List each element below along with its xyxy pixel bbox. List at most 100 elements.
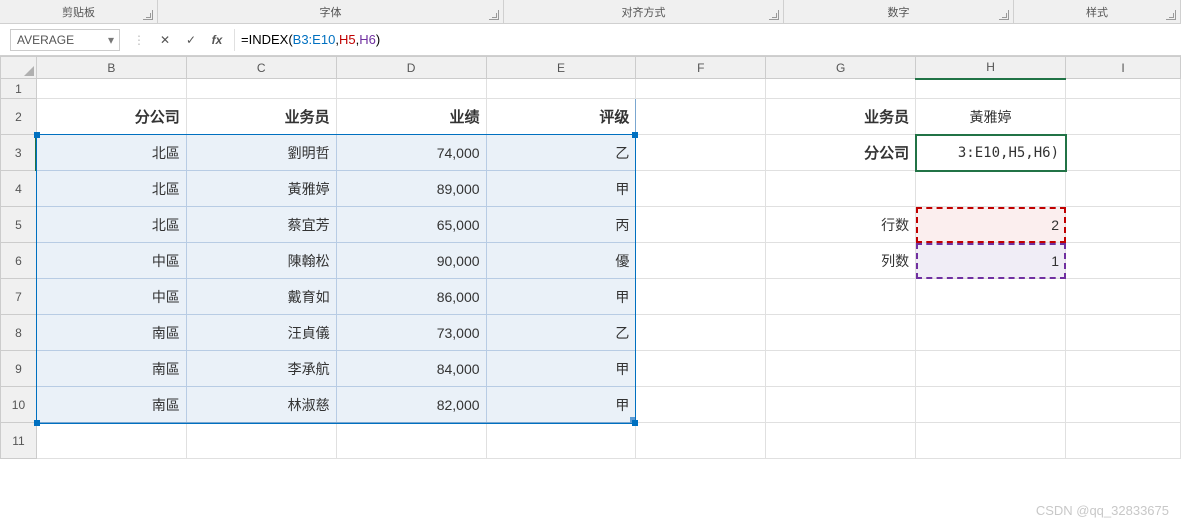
cell-G8[interactable] <box>766 315 916 351</box>
dialog-launcher-icon[interactable] <box>143 10 153 20</box>
row-header-1[interactable]: 1 <box>1 79 37 99</box>
cell-H2[interactable]: 黃雅婷 <box>916 99 1066 135</box>
cell-D6[interactable]: 90,000 <box>336 243 486 279</box>
cell-B6[interactable]: 中區 <box>36 243 186 279</box>
cell-B10[interactable]: 南區 <box>36 387 186 423</box>
cell-H9[interactable] <box>916 351 1066 387</box>
dialog-launcher-icon[interactable] <box>1166 10 1176 20</box>
cell-F6[interactable] <box>636 243 766 279</box>
cell-C11[interactable] <box>186 423 336 459</box>
cell-F5[interactable] <box>636 207 766 243</box>
cell-E8[interactable]: 乙 <box>486 315 636 351</box>
dialog-launcher-icon[interactable] <box>489 10 499 20</box>
cancel-button[interactable]: ✕ <box>152 29 178 51</box>
col-header-C[interactable]: C <box>186 57 336 79</box>
cell-F11[interactable] <box>636 423 766 459</box>
dialog-launcher-icon[interactable] <box>999 10 1009 20</box>
cell-D7[interactable]: 86,000 <box>336 279 486 315</box>
cell-I4[interactable] <box>1066 171 1181 207</box>
col-header-E[interactable]: E <box>486 57 636 79</box>
cell-G2[interactable]: 业务员 <box>766 99 916 135</box>
cell-I5[interactable] <box>1066 207 1181 243</box>
cell-F2[interactable] <box>636 99 766 135</box>
row-header-10[interactable]: 10 <box>1 387 37 423</box>
cell-G1[interactable] <box>766 79 916 99</box>
cell-I8[interactable] <box>1066 315 1181 351</box>
cell-I10[interactable] <box>1066 387 1181 423</box>
cell-I6[interactable] <box>1066 243 1181 279</box>
row-header-9[interactable]: 9 <box>1 351 37 387</box>
cell-D10[interactable]: 82,000 <box>336 387 486 423</box>
cell-F10[interactable] <box>636 387 766 423</box>
cell-D11[interactable] <box>336 423 486 459</box>
row-header-2[interactable]: 2 <box>1 99 37 135</box>
dialog-launcher-icon[interactable] <box>769 10 779 20</box>
cell-G4[interactable] <box>766 171 916 207</box>
cell-D8[interactable]: 73,000 <box>336 315 486 351</box>
cell-I7[interactable] <box>1066 279 1181 315</box>
cell-C5[interactable]: 蔡宜芳 <box>186 207 336 243</box>
cell-G5[interactable]: 行数 <box>766 207 916 243</box>
cell-E7[interactable]: 甲 <box>486 279 636 315</box>
cell-H1[interactable] <box>916 79 1066 99</box>
cell-G10[interactable] <box>766 387 916 423</box>
cell-G11[interactable] <box>766 423 916 459</box>
cell-G6[interactable]: 列数 <box>766 243 916 279</box>
cell-C10[interactable]: 林淑慈 <box>186 387 336 423</box>
cell-I2[interactable] <box>1066 99 1181 135</box>
cell-F7[interactable] <box>636 279 766 315</box>
col-header-F[interactable]: F <box>636 57 766 79</box>
cell-H8[interactable] <box>916 315 1066 351</box>
cell-B11[interactable] <box>36 423 186 459</box>
col-header-I[interactable]: I <box>1066 57 1181 79</box>
cell-B2[interactable]: 分公司 <box>36 99 186 135</box>
cell-D4[interactable]: 89,000 <box>336 171 486 207</box>
cell-B1[interactable] <box>36 79 186 99</box>
select-all-button[interactable] <box>1 57 37 79</box>
cell-B9[interactable]: 南區 <box>36 351 186 387</box>
cell-H10[interactable] <box>916 387 1066 423</box>
cell-C7[interactable]: 戴育如 <box>186 279 336 315</box>
cell-I9[interactable] <box>1066 351 1181 387</box>
cell-H4[interactable] <box>916 171 1066 207</box>
cell-H11[interactable] <box>916 423 1066 459</box>
cell-E3[interactable]: 乙 <box>486 135 636 171</box>
cell-D3[interactable]: 74,000 <box>336 135 486 171</box>
cell-F3[interactable] <box>636 135 766 171</box>
cell-E6[interactable]: 優 <box>486 243 636 279</box>
cell-E9[interactable]: 甲 <box>486 351 636 387</box>
cell-G9[interactable] <box>766 351 916 387</box>
col-header-B[interactable]: B <box>36 57 186 79</box>
cell-D9[interactable]: 84,000 <box>336 351 486 387</box>
cell-C2[interactable]: 业务员 <box>186 99 336 135</box>
cell-E1[interactable] <box>486 79 636 99</box>
row-header-11[interactable]: 11 <box>1 423 37 459</box>
cell-F1[interactable] <box>636 79 766 99</box>
cell-H3[interactable]: 3:E10,H5,H6) <box>916 135 1066 171</box>
cell-F8[interactable] <box>636 315 766 351</box>
cell-B7[interactable]: 中區 <box>36 279 186 315</box>
cell-I1[interactable] <box>1066 79 1181 99</box>
cell-G7[interactable] <box>766 279 916 315</box>
chevron-down-icon[interactable]: ▾ <box>103 33 119 47</box>
cell-C8[interactable]: 汪貞儀 <box>186 315 336 351</box>
cell-C1[interactable] <box>186 79 336 99</box>
cell-H6[interactable]: 1 <box>916 243 1066 279</box>
cell-I3[interactable] <box>1066 135 1181 171</box>
cell-H7[interactable] <box>916 279 1066 315</box>
cell-D1[interactable] <box>336 79 486 99</box>
name-box[interactable]: AVERAGE ▾ <box>10 29 120 51</box>
cell-E4[interactable]: 甲 <box>486 171 636 207</box>
accept-button[interactable]: ✓ <box>178 29 204 51</box>
cell-E2[interactable]: 评级 <box>486 99 636 135</box>
cell-C4[interactable]: 黃雅婷 <box>186 171 336 207</box>
cell-B4[interactable]: 北區 <box>36 171 186 207</box>
col-header-G[interactable]: G <box>766 57 916 79</box>
cell-B5[interactable]: 北區 <box>36 207 186 243</box>
cell-E11[interactable] <box>486 423 636 459</box>
cell-H5[interactable]: 2 <box>916 207 1066 243</box>
row-header-6[interactable]: 6 <box>1 243 37 279</box>
row-header-4[interactable]: 4 <box>1 171 37 207</box>
col-header-H[interactable]: H <box>916 57 1066 79</box>
row-header-8[interactable]: 8 <box>1 315 37 351</box>
